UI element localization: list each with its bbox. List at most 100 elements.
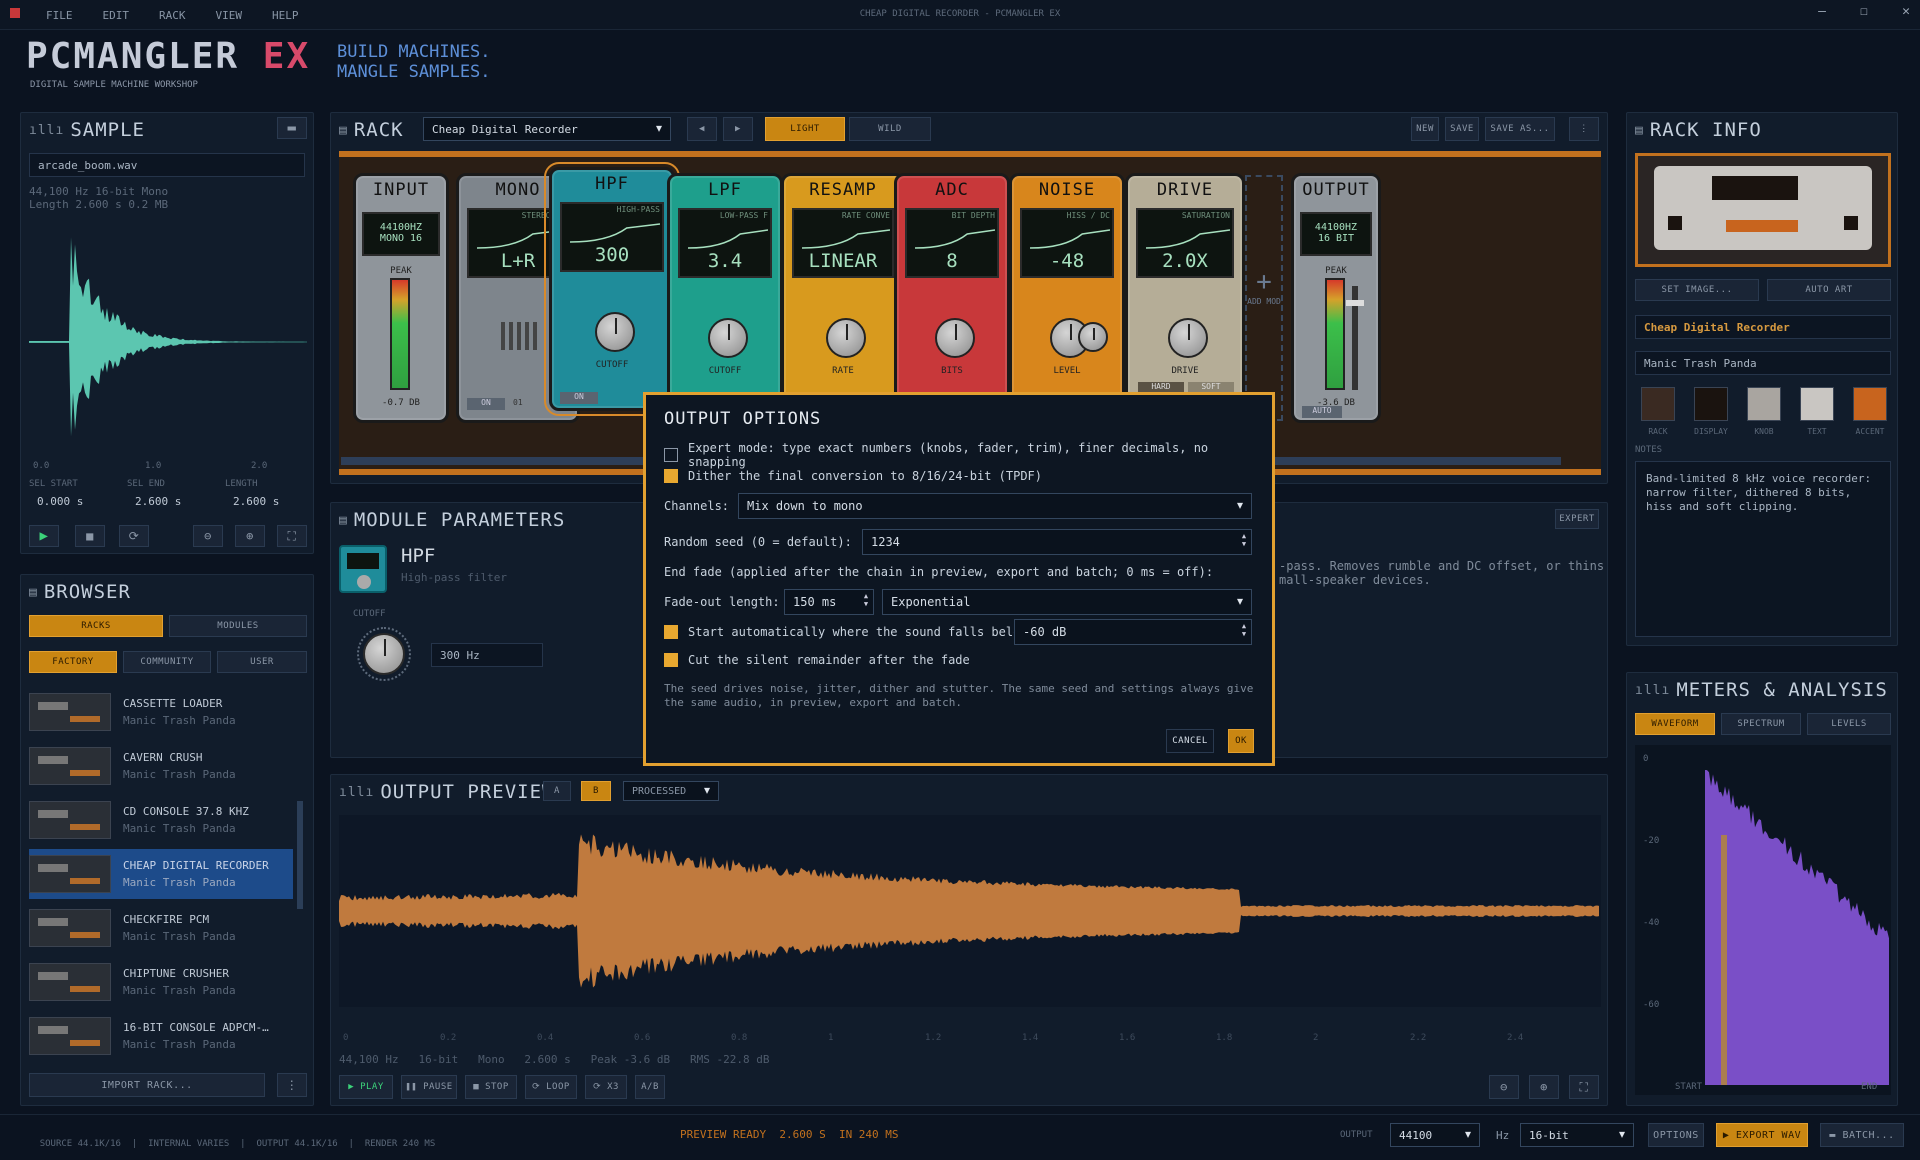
theme-light[interactable]: LIGHT [765, 117, 845, 141]
subtab-community[interactable]: COMMUNITY [123, 651, 211, 673]
bit-depth-select[interactable]: 16-bit ▼ [1520, 1123, 1634, 1147]
theme-wild[interactable]: WILD [849, 117, 931, 141]
set-image-button[interactable]: SET IMAGE... [1635, 279, 1759, 301]
subtab-factory[interactable]: FACTORY [29, 651, 117, 673]
rack-list-item[interactable]: CHECKFIRE PCM Manic Trash Panda [29, 903, 293, 953]
auto-button[interactable]: AUTO [1302, 406, 1342, 418]
fade-length-field[interactable]: 150 ms ▲ ▼ [784, 589, 874, 615]
rack-name-field[interactable]: Cheap Digital Recorder [1635, 315, 1891, 339]
export-wav-button[interactable]: ▶ EXPORT WAV [1716, 1123, 1808, 1147]
fade-curve-select[interactable]: Exponential ▼ [882, 589, 1252, 615]
module-knob[interactable] [826, 318, 866, 358]
stop-button[interactable]: ■ STOP [465, 1075, 517, 1099]
rack-menu-button[interactable]: ⋮ [1569, 117, 1599, 141]
repeat-button[interactable]: ⟳ X3 [585, 1075, 627, 1099]
color-swatch[interactable]: ACCENT [1847, 387, 1893, 436]
bypass-button[interactable]: ON [467, 398, 505, 410]
rack-list-item[interactable]: CASSETTE LOADER Manic Trash Panda [29, 687, 293, 737]
save-button[interactable]: SAVE [1445, 117, 1479, 141]
dither-option[interactable]: Dither the final conversion to 8/16/24-b… [664, 469, 1042, 483]
rack-module-adc[interactable]: ADC 8 BIT DEPTH BITS [894, 173, 1010, 423]
auto-start-option[interactable]: Start automatically where the sound fall… [664, 625, 1028, 639]
channels-select[interactable]: Mix down to mono ▼ [738, 493, 1252, 519]
tab-spectrum[interactable]: SPECTRUM [1721, 713, 1801, 735]
ab-compare-button[interactable]: A/B [635, 1075, 665, 1099]
new-button[interactable]: NEW [1411, 117, 1439, 141]
zoom-out-icon[interactable]: ⊖ [1489, 1075, 1519, 1099]
batch-button[interactable]: ▬ BATCH... [1820, 1123, 1904, 1147]
rack-module-drive[interactable]: DRIVE2.0XSATURATIONDRIVEHARDSOFTON07 [1125, 173, 1245, 423]
cutoff-value-field[interactable]: 300 Hz [431, 643, 543, 667]
cut-checkbox[interactable] [664, 653, 678, 667]
rack-module-resamp[interactable]: RESAMP LINEAR RATE CONVE RATE [781, 173, 905, 423]
stop-icon[interactable]: ■ [75, 525, 105, 547]
expert-mode-option[interactable]: Expert mode: type exact numbers (knobs, … [664, 441, 1272, 469]
fullscreen-icon[interactable]: ⛶ [1569, 1075, 1599, 1099]
loop-button[interactable]: ⟳ LOOP [525, 1075, 577, 1099]
zoom-in-icon[interactable]: ⊕ [1529, 1075, 1559, 1099]
rack-list-item[interactable]: CAVERN CRUSH Manic Trash Panda [29, 741, 293, 791]
pause-button[interactable]: ❚❚ PAUSE [401, 1075, 457, 1099]
rack-list-item[interactable]: CHIPTUNE CRUSHER Manic Trash Panda [29, 957, 293, 1007]
preview-waveform[interactable] [339, 815, 1601, 1007]
next-preset-button[interactable]: ▶ [723, 117, 753, 141]
notes-field[interactable]: Band-limited 8 kHz voice recorder: narro… [1635, 461, 1891, 637]
rack-module-input[interactable]: INPUT 44100HZ MONO 16 PEAK -0.7 DB [353, 173, 449, 423]
close-button[interactable]: ✕ [1892, 4, 1920, 19]
threshold-field[interactable]: -60 dB ▲ ▼ [1014, 619, 1252, 645]
ok-button[interactable]: OK [1228, 729, 1254, 753]
color-swatch[interactable]: TEXT [1794, 387, 1840, 436]
seed-field[interactable]: 1234 ▲ ▼ [862, 529, 1252, 555]
minimize-button[interactable]: — [1808, 4, 1836, 19]
color-swatch[interactable]: KNOB [1741, 387, 1787, 436]
open-folder-button[interactable]: ▬ [277, 117, 307, 139]
rack-module-output[interactable]: OUTPUT 44100HZ 16 BIT PEAK -3.6 DB AUTO [1291, 173, 1381, 423]
zoom-in-icon[interactable]: ⊕ [235, 525, 265, 547]
sel-start-value[interactable]: 0.000 s [37, 495, 83, 508]
auto-art-button[interactable]: AUTO ART [1767, 279, 1891, 301]
import-rack-button[interactable]: IMPORT RACK... [29, 1073, 265, 1097]
cutoff-knob[interactable] [357, 627, 411, 681]
prev-preset-button[interactable]: ◀ [687, 117, 717, 141]
module-knob[interactable] [708, 318, 748, 358]
ab-b-button[interactable]: B [581, 781, 611, 801]
sample-waveform[interactable] [29, 211, 307, 473]
save-as-button[interactable]: SAVE AS... [1485, 117, 1555, 141]
options-button[interactable]: OPTIONS [1648, 1123, 1704, 1147]
rack-list-item[interactable]: CD CONSOLE 37.8 KHZ Manic Trash Panda [29, 795, 293, 845]
rack-author-field[interactable]: Manic Trash Panda [1635, 351, 1891, 375]
cancel-button[interactable]: CANCEL [1166, 729, 1214, 753]
rack-module-noise[interactable]: NOISE -48 HISS / DC LEVEL [1009, 173, 1125, 423]
rack-module-hpf[interactable]: HPF 300 HIGH-PASS CUTOFF ON [544, 162, 680, 416]
color-swatch[interactable]: RACK [1635, 387, 1681, 436]
sel-end-value[interactable]: 2.600 s [135, 495, 181, 508]
dither-checkbox[interactable] [664, 469, 678, 483]
add-module-slot[interactable]: + ADD MOD [1245, 175, 1283, 421]
tab-racks[interactable]: RACKS [29, 615, 163, 637]
module-knob[interactable] [1168, 318, 1208, 358]
play-button[interactable]: ▶ PLAY [339, 1075, 393, 1099]
color-swatch[interactable]: DISPLAY [1688, 387, 1734, 436]
sample-file-field[interactable]: arcade_boom.wav [29, 153, 305, 177]
loop-icon[interactable]: ⟳ [119, 525, 149, 547]
zoom-out-icon[interactable]: ⊖ [193, 525, 223, 547]
maximize-button[interactable]: ☐ [1850, 4, 1878, 19]
sample-rate-select[interactable]: 44100 ▼ [1390, 1123, 1480, 1147]
expert-button[interactable]: EXPERT [1555, 509, 1599, 529]
tab-modules[interactable]: MODULES [169, 615, 307, 637]
ab-a-button[interactable]: A [543, 781, 571, 801]
preview-mode-select[interactable]: PROCESSED ▼ [623, 781, 719, 801]
rack-module-lpf[interactable]: LPF 3.4 LOW-PASS F CUTOFF [667, 173, 783, 423]
expert-checkbox[interactable] [664, 448, 678, 462]
module-knob[interactable] [935, 318, 975, 358]
more-button[interactable]: ⋮ [277, 1073, 307, 1097]
rack-preset-select[interactable]: Cheap Digital Recorder ▼ [423, 117, 671, 141]
bypass-button[interactable]: ON [560, 392, 598, 404]
dc-knob[interactable] [1078, 322, 1108, 352]
cut-option[interactable]: Cut the silent remainder after the fade [664, 653, 970, 667]
fullscreen-icon[interactable]: ⛶ [277, 525, 307, 547]
list-scrollbar[interactable] [297, 801, 303, 909]
rack-list-item[interactable]: 16-BIT CONSOLE ADPCM-… Manic Trash Panda [29, 1011, 293, 1055]
play-icon[interactable]: ▶ [29, 525, 59, 547]
rack-list-item[interactable]: CHEAP DIGITAL RECORDER Manic Trash Panda [29, 849, 293, 899]
